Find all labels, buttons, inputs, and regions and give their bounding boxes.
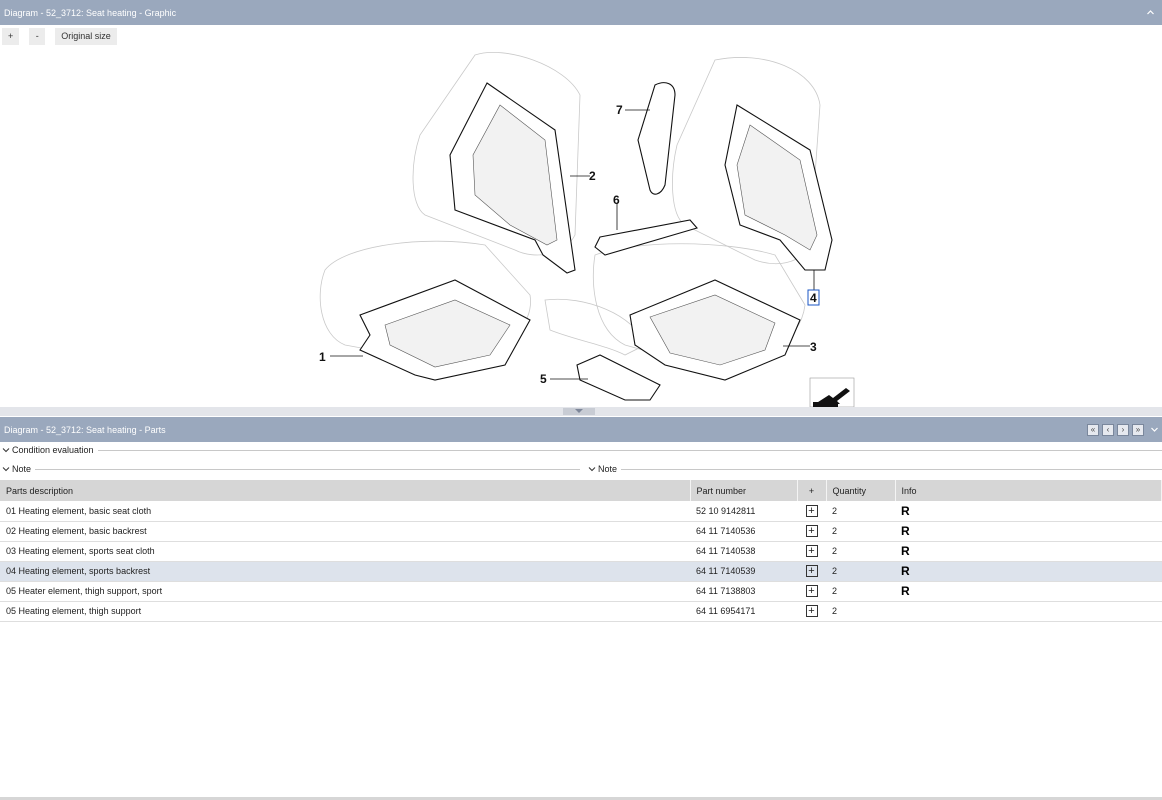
part-quantity: 2 [826,581,895,602]
seat-heating-diagram[interactable]: 1 2 3 4 5 6 7 [305,45,860,407]
part-quantity: 2 [826,601,895,622]
part-number: 64 11 7138803 [690,581,797,602]
part-description: 01 Heating element, basic seat cloth [0,501,690,522]
table-row[interactable]: 05 Heater element, thigh support, sport … [0,581,1162,602]
splitter-handle-icon[interactable] [563,408,595,415]
table-header-row: Parts description Part number + Quantity… [0,480,1162,501]
first-page-icon[interactable]: « [1087,423,1099,436]
part-number: 64 11 6954171 [690,601,797,622]
navigation-arrow-icon[interactable] [809,377,855,407]
table-row-selected[interactable]: 04 Heating element, sports backrest 64 1… [0,561,1162,582]
callout-4[interactable]: 4 [810,291,817,305]
note-label-left: Note [12,464,32,474]
part-description: 04 Heating element, sports backrest [0,561,690,582]
info-r-badge[interactable]: R [901,524,910,538]
add-to-cart-icon[interactable]: + [805,605,818,617]
pager: « ‹ › » [1087,423,1144,436]
callout-2[interactable]: 2 [589,169,596,183]
add-to-cart-icon[interactable]: + [805,585,818,597]
column-header-info[interactable]: Info [895,480,1162,501]
table-row[interactable]: 03 Heating element, sports seat cloth 64… [0,541,1162,562]
divider [621,468,1162,470]
info-r-badge[interactable]: R [901,544,910,558]
next-page-icon[interactable]: › [1117,423,1129,436]
add-to-cart-icon[interactable]: + [805,525,818,537]
previous-page-icon[interactable]: ‹ [1102,423,1114,436]
parts-panel-title: Diagram - 52_3712: Seat heating - Parts [4,424,166,435]
parts-panel-header: Diagram - 52_3712: Seat heating - Parts … [0,417,1162,442]
part-description: 05 Heater element, thigh support, sport [0,581,690,602]
callout-5[interactable]: 5 [540,372,547,386]
part-description: 03 Heating element, sports seat cloth [0,541,690,562]
graphic-panel-header: Diagram - 52_3712: Seat heating - Graphi… [0,0,1162,25]
zoom-in-button[interactable]: + [2,28,20,45]
condition-evaluation-section[interactable]: Condition evaluation [0,443,1162,457]
add-to-cart-icon[interactable]: + [805,504,818,517]
part-quantity: 2 [826,521,895,542]
column-header-quantity[interactable]: Quantity [826,480,896,501]
callout-3[interactable]: 3 [810,340,817,354]
divider [97,449,1162,451]
part-number: 64 11 7140538 [690,541,797,562]
table-row[interactable]: 01 Heating element, basic seat cloth 52 … [0,501,1162,522]
add-to-cart-icon[interactable]: + [805,565,818,577]
graphic-panel-title: Diagram - 52_3712: Seat heating - Graphi… [4,7,177,18]
chevron-down-icon[interactable] [586,464,598,474]
chevron-down-icon[interactable] [0,445,12,455]
chevron-down-icon[interactable] [0,464,12,474]
part-description: 05 Heating element, thigh support [0,601,690,622]
collapse-parts-icon[interactable] [1146,417,1162,442]
collapse-graphic-icon[interactable] [1138,0,1162,25]
part-number: 64 11 7140536 [690,521,797,542]
part-description: 02 Heating element, basic backrest [0,521,690,542]
column-header-part-number[interactable]: Part number [690,480,798,501]
column-header-description[interactable]: Parts description [0,480,691,501]
callout-1[interactable]: 1 [319,350,326,364]
condition-evaluation-label: Condition evaluation [12,445,94,455]
table-row[interactable]: 02 Heating element, basic backrest 64 11… [0,521,1162,542]
callout-7[interactable]: 7 [616,103,623,117]
diagram-illustration: 1 2 3 4 5 6 7 [319,52,855,407]
column-header-plus: + [797,480,827,501]
last-page-icon[interactable]: » [1132,423,1144,436]
info-r-badge[interactable]: R [901,564,910,578]
info-r-badge[interactable]: R [901,504,910,518]
info-r-badge[interactable]: R [901,584,910,598]
note-label-right: Note [598,464,618,474]
part-number: 64 11 7140539 [690,561,797,582]
add-to-cart-icon[interactable]: + [805,545,818,557]
table-row[interactable]: 05 Heating element, thigh support 64 11 … [0,601,1162,622]
callout-6[interactable]: 6 [613,193,620,207]
note-section-right[interactable]: Note [586,462,1162,476]
parts-table: Parts description Part number + Quantity… [0,480,1162,622]
panel-splitter[interactable] [0,407,1162,416]
original-size-button[interactable]: Original size [55,28,117,45]
part-quantity: 2 [826,501,895,522]
zoom-out-button[interactable]: - [29,28,46,45]
part-quantity: 2 [826,541,895,562]
zoom-toolbar: + - Original size [2,28,117,45]
divider [35,468,580,470]
part-quantity: 2 [826,561,895,582]
part-number: 52 10 9142811 [690,501,797,522]
note-section-left[interactable]: Note [0,462,580,476]
